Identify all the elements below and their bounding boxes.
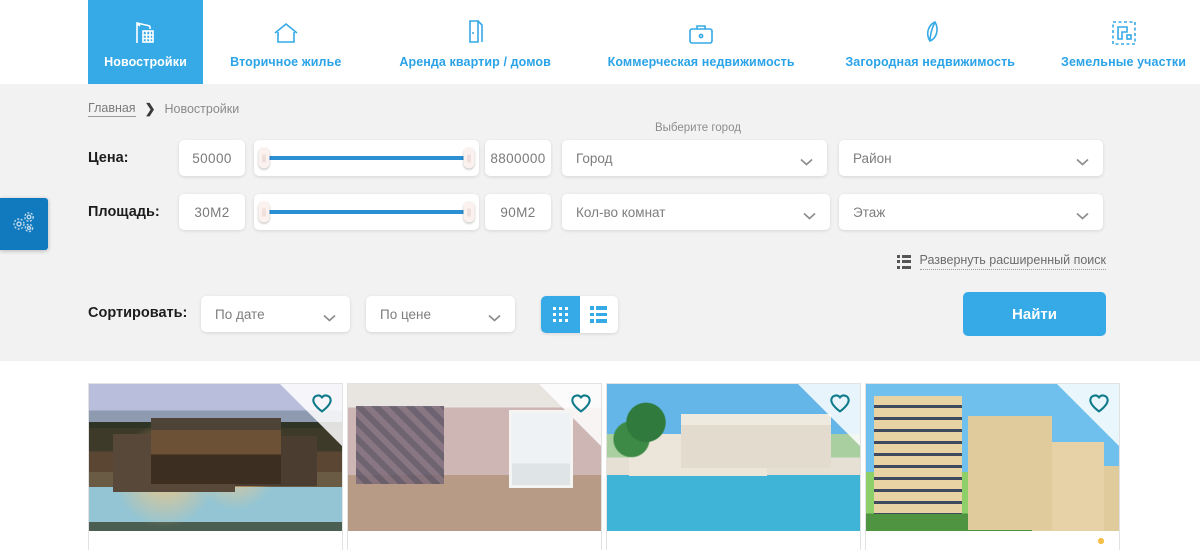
- property-card[interactable]: [88, 383, 343, 550]
- area-max-input[interactable]: 90М2: [485, 194, 551, 230]
- heart-icon[interactable]: [311, 393, 333, 413]
- nav-item-vtorichnoe[interactable]: Вторичное жилье: [216, 0, 355, 84]
- slider-fill: [266, 210, 467, 214]
- card-body: [89, 531, 342, 550]
- property-card[interactable]: [347, 383, 602, 550]
- slider-fill: [266, 156, 467, 160]
- nav-label: Коммерческая недвижимость: [607, 54, 795, 69]
- property-card[interactable]: [865, 383, 1120, 550]
- nav-item-zagorodnaya[interactable]: Загородная недвижимость: [831, 0, 1029, 84]
- page-root: Новостройки Вторичное жилье Аренда кварт…: [0, 0, 1200, 550]
- heart-icon[interactable]: [1088, 393, 1110, 413]
- briefcase-icon: [687, 16, 715, 46]
- breadcrumb-current: Новостройки: [164, 102, 240, 116]
- city-hint-label: Выберите город: [655, 122, 741, 134]
- chevron-down-icon: [488, 310, 501, 322]
- sort-label: Сортировать:: [88, 305, 188, 321]
- nav-label: Вторичное жилье: [230, 54, 342, 69]
- card-body: [866, 531, 1119, 550]
- chevron-down-icon: [1076, 154, 1089, 166]
- advanced-search-label: Развернуть расширенный поиск: [919, 253, 1106, 270]
- nav-label: Загородная недвижимость: [845, 54, 1016, 69]
- area-slider-min-handle[interactable]: [258, 201, 270, 223]
- chevron-down-icon: [803, 208, 816, 220]
- card-body: [607, 531, 860, 550]
- price-slider-min-handle[interactable]: [258, 147, 270, 169]
- rooms-select-value: Кол-во комнат: [576, 204, 666, 220]
- view-mode-toggle: [541, 296, 618, 333]
- chevron-down-icon: [1076, 208, 1089, 220]
- list-settings-icon: [896, 254, 911, 269]
- results-section: [0, 361, 1200, 550]
- heart-icon[interactable]: [570, 393, 592, 413]
- city-select-value: Город: [576, 150, 613, 166]
- city-select[interactable]: Город: [562, 140, 827, 176]
- card-body: [348, 531, 601, 550]
- sort-by-price-select[interactable]: По цене: [366, 296, 515, 332]
- district-select[interactable]: Район: [839, 140, 1103, 176]
- price-range-slider[interactable]: [254, 140, 479, 176]
- search-button[interactable]: Найти: [963, 292, 1106, 336]
- floor-select[interactable]: Этаж: [839, 194, 1103, 230]
- chevron-down-icon: [800, 154, 813, 166]
- nav-label: Новостройки: [104, 54, 187, 69]
- nav-label: Земельные участки: [1061, 54, 1186, 69]
- property-card-grid: [88, 383, 1121, 550]
- door-icon: [463, 16, 487, 46]
- district-select-value: Район: [853, 150, 892, 166]
- house-icon: [272, 16, 300, 46]
- advanced-search-toggle[interactable]: Развернуть расширенный поиск: [896, 253, 1106, 270]
- leaf-icon: [918, 16, 942, 46]
- price-max-input[interactable]: 8800000: [485, 140, 551, 176]
- crane-icon: [132, 16, 160, 46]
- nav-item-zemelnye-uchastki[interactable]: Земельные участки: [1047, 0, 1200, 84]
- sort-price-value: По цене: [380, 306, 432, 322]
- price-min-input[interactable]: 50000: [179, 140, 245, 176]
- chevron-down-icon: [323, 310, 336, 322]
- breadcrumb-home-link[interactable]: Главная: [88, 101, 136, 117]
- main-navigation: Новостройки Вторичное жилье Аренда кварт…: [0, 0, 1200, 84]
- area-range-slider[interactable]: [254, 194, 479, 230]
- floor-select-value: Этаж: [853, 204, 886, 220]
- nav-item-novostroyki[interactable]: Новостройки: [88, 0, 203, 84]
- breadcrumb: Главная ❯ Новостройки: [88, 101, 239, 117]
- land-plot-icon: [1111, 16, 1137, 46]
- gears-icon: [9, 208, 39, 241]
- slider-track: [262, 156, 471, 160]
- nav-item-arenda[interactable]: Аренда квартир / домов: [385, 0, 565, 84]
- nav-label: Аренда квартир / домов: [399, 54, 551, 69]
- price-filter-label: Цена:: [88, 150, 129, 166]
- price-slider-max-handle[interactable]: [463, 147, 475, 169]
- heart-icon[interactable]: [829, 393, 851, 413]
- area-slider-max-handle[interactable]: [463, 201, 475, 223]
- rooms-select[interactable]: Кол-во комнат: [562, 194, 830, 230]
- list-view-button[interactable]: [580, 296, 619, 333]
- sort-by-date-select[interactable]: По дате: [201, 296, 350, 332]
- nav-item-kommercheskaya[interactable]: Коммерческая недвижимость: [594, 0, 809, 84]
- property-card[interactable]: [606, 383, 861, 550]
- settings-side-tab[interactable]: [0, 198, 48, 250]
- area-filter-label: Площадь:: [88, 204, 160, 220]
- grid-view-button[interactable]: [541, 296, 580, 333]
- area-min-input[interactable]: 30М2: [179, 194, 245, 230]
- daisy-flower-icon: [1091, 532, 1111, 550]
- grid-view-icon: [552, 306, 568, 323]
- list-view-icon: [590, 306, 608, 323]
- breadcrumb-separator-icon: ❯: [144, 101, 156, 116]
- sort-date-value: По дате: [215, 306, 265, 322]
- slider-track: [262, 210, 471, 214]
